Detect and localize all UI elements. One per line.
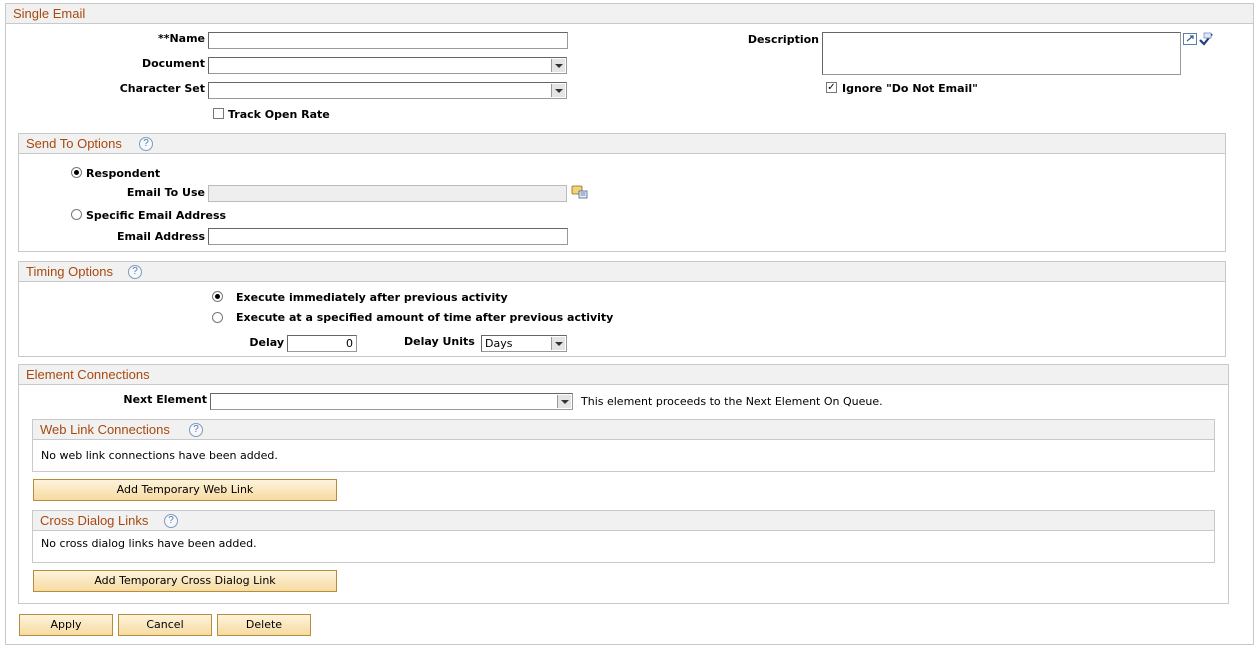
document-label: Document	[141, 57, 205, 70]
execute-immediately-radio[interactable]	[212, 291, 223, 302]
delay-units-select[interactable]: Days	[481, 335, 567, 352]
spell-check-icon[interactable]	[1198, 31, 1214, 47]
execute-immediately-label: Execute immediately after previous activ…	[236, 291, 508, 304]
respondent-radio[interactable]	[71, 167, 82, 178]
ignore-do-not-email-checkbox[interactable]: ✓	[826, 82, 837, 93]
email-to-use-input	[208, 185, 567, 202]
track-open-rate-label: Track Open Rate	[228, 108, 330, 121]
delay-label: Delay	[249, 336, 284, 349]
email-address-input[interactable]	[208, 228, 568, 245]
character-set-select[interactable]	[208, 82, 567, 99]
cross-dialog-links-title: Cross Dialog Links	[40, 513, 149, 528]
cross-links-empty-text: No cross dialog links have been added.	[41, 537, 257, 550]
specific-email-label: Specific Email Address	[86, 209, 227, 222]
document-select[interactable]	[208, 57, 567, 74]
help-icon[interactable]: ?	[189, 423, 203, 437]
send-to-options-title: Send To Options	[26, 136, 122, 151]
delay-input[interactable]: 0	[287, 335, 357, 352]
timing-options-section: Timing Options ?	[18, 261, 1226, 357]
next-element-note: This element proceeds to the Next Elemen…	[581, 395, 883, 408]
help-icon[interactable]: ?	[128, 265, 142, 279]
element-connections-title: Element Connections	[26, 367, 150, 382]
add-temporary-web-link-button[interactable]: Add Temporary Web Link	[33, 479, 337, 501]
description-label: Description	[747, 33, 819, 46]
send-to-options-header: Send To Options ?	[19, 134, 1225, 154]
apply-button[interactable]: Apply	[19, 614, 113, 636]
timing-options-header: Timing Options ?	[19, 262, 1225, 282]
cancel-button[interactable]: Cancel	[118, 614, 212, 636]
chevron-down-icon[interactable]	[551, 84, 565, 97]
help-icon[interactable]: ?	[139, 137, 153, 151]
next-element-label: Next Element	[123, 393, 207, 406]
ignore-do-not-email-label: Ignore "Do Not Email"	[842, 82, 978, 95]
character-set-label: Character Set	[119, 82, 205, 95]
email-lookup-icon[interactable]	[571, 184, 588, 199]
chevron-down-icon[interactable]	[551, 59, 565, 72]
track-open-rate-checkbox[interactable]	[213, 108, 224, 119]
expand-textarea-icon[interactable]	[1183, 33, 1197, 45]
element-connections-header: Element Connections	[19, 365, 1228, 385]
next-element-select[interactable]	[210, 393, 573, 410]
help-icon[interactable]: ?	[164, 514, 178, 528]
web-link-connections-header: Web Link Connections ?	[33, 420, 1214, 440]
chevron-down-icon[interactable]	[551, 337, 565, 350]
specific-email-radio[interactable]	[71, 209, 82, 220]
respondent-label: Respondent	[86, 167, 161, 180]
web-link-connections-section: Web Link Connections ?	[32, 419, 1215, 472]
delay-units-value: Days	[485, 337, 513, 350]
description-textarea[interactable]	[822, 32, 1181, 75]
timing-options-title: Timing Options	[26, 264, 113, 279]
single-email-header: Single Email	[6, 4, 1253, 24]
email-address-label: Email Address	[116, 230, 205, 243]
execute-delayed-label: Execute at a specified amount of time af…	[236, 311, 614, 324]
single-email-title: Single Email	[13, 6, 86, 21]
delete-button[interactable]: Delete	[217, 614, 311, 636]
delay-units-label: Delay Units	[404, 335, 475, 348]
execute-delayed-radio[interactable]	[212, 312, 223, 323]
web-links-empty-text: No web link connections have been added.	[41, 449, 278, 462]
name-input[interactable]	[208, 32, 568, 49]
chevron-down-icon[interactable]	[557, 395, 571, 408]
name-label: **Name	[157, 32, 205, 45]
add-temporary-cross-dialog-link-button[interactable]: Add Temporary Cross Dialog Link	[33, 570, 337, 592]
cross-dialog-links-header: Cross Dialog Links ?	[33, 511, 1214, 531]
email-to-use-label: Email To Use	[126, 186, 205, 199]
web-link-connections-title: Web Link Connections	[40, 422, 170, 437]
delay-value: 0	[346, 337, 353, 350]
